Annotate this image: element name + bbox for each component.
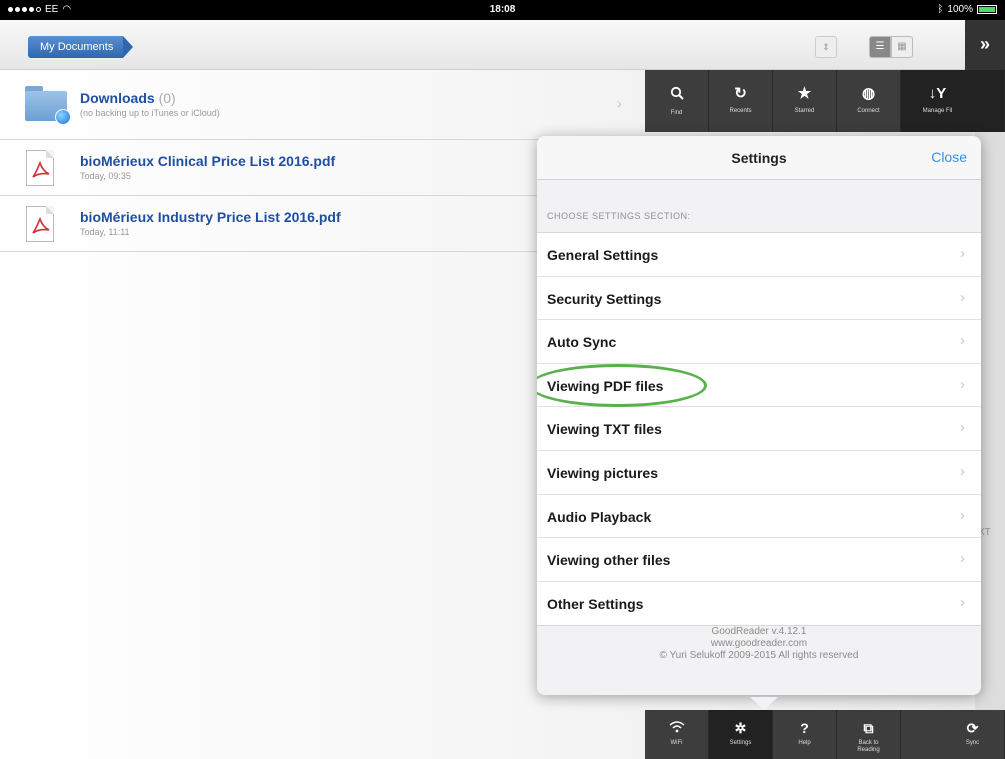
help-button[interactable]: ? Help (773, 710, 837, 759)
question-icon: ? (800, 720, 809, 736)
app-version: GoodReader v.4.12.1 (711, 626, 807, 637)
settings-item-label: Viewing other files (547, 552, 671, 569)
sort-button[interactable]: ⇕ (815, 36, 837, 58)
settings-item-security[interactable]: Security Settings › (537, 277, 981, 321)
settings-item-label: Auto Sync (547, 334, 617, 351)
goodreader-screen: EE ◠ 18:08 ᛒ 100% My Documents ⇕ ☰ ▦ » D… (0, 0, 1005, 759)
chevron-right-icon: › (960, 375, 965, 393)
settings-item-viewing-pdf[interactable]: Viewing PDF files › (537, 363, 981, 408)
bluetooth-icon: ᛒ (937, 4, 944, 15)
list-view-button[interactable]: ☰ (869, 36, 891, 58)
settings-item-label: General Settings (547, 247, 659, 263)
expand-panel-button[interactable]: » (965, 20, 1005, 70)
settings-section-header: CHOOSE SETTINGS SECTION: (547, 211, 691, 221)
status-time: 18:08 (489, 4, 516, 15)
sync-button[interactable]: ⟳ Sync (901, 710, 1005, 759)
settings-button[interactable]: ✲ Settings (709, 710, 773, 759)
settings-label: Settings (729, 740, 752, 746)
settings-footer: GoodReader v.4.12.1 www.goodreader.com ©… (537, 626, 981, 662)
breadcrumb-my-documents[interactable]: My Documents (28, 36, 134, 58)
wifi-icon (645, 720, 708, 736)
search-icon (645, 86, 708, 104)
settings-item-audio-playback[interactable]: Audio Playback › (537, 495, 981, 539)
list-item-downloads-folder[interactable]: Downloads (0) (no backing up to iTunes o… (0, 70, 645, 140)
find-button[interactable]: Find (645, 70, 709, 132)
file-date: Today, 11:11 (80, 227, 130, 237)
chevron-right-icon: › (960, 593, 965, 611)
chevron-right-icon: › (960, 419, 965, 437)
back-to-reading-button[interactable]: ⧉ Back to Reading (837, 710, 901, 759)
settings-popover: Settings Close CHOOSE SETTINGS SECTION: … (537, 136, 981, 695)
settings-item-label: Other Settings (547, 595, 644, 612)
pdf-file-icon (26, 206, 54, 242)
settings-item-general[interactable]: General Settings › (537, 233, 981, 277)
pdf-file-icon (26, 150, 54, 186)
settings-item-viewing-other[interactable]: Viewing other files › (537, 538, 981, 582)
popover-arrow (750, 697, 778, 710)
help-label: Help (798, 740, 811, 746)
app-website[interactable]: www.goodreader.com (537, 638, 981, 650)
folder-subtitle: (no backing up to iTunes or iCloud) (80, 108, 220, 118)
battery-icon (977, 5, 997, 14)
chevron-right-icon: › (617, 95, 622, 111)
battery-percent: 100% (947, 4, 973, 15)
settings-item-label: Viewing pictures (547, 464, 658, 481)
back-to-reading-icon: ⧉ (863, 720, 874, 736)
file-name: bioMérieux Industry Price List 2016.pdf (80, 209, 341, 225)
top-toolbar: Find ↻ Recents ★ Starred ◍ Connect ↓Y Ma… (645, 70, 1005, 132)
settings-item-viewing-txt[interactable]: Viewing TXT files › (537, 407, 981, 451)
status-bar: EE ◠ 18:08 ᛒ 100% (0, 0, 1005, 20)
settings-item-auto-sync[interactable]: Auto Sync › (537, 320, 981, 364)
chevron-right-icon: › (960, 550, 965, 568)
top-navigation-bar: My Documents ⇕ ☰ ▦ » (0, 20, 1005, 70)
settings-item-label: Viewing PDF files (547, 377, 664, 394)
wifi-button[interactable]: WiFi (645, 710, 709, 759)
chevron-right-icon: › (960, 288, 965, 306)
manage-files-button[interactable]: ↓Y Manage Fil (901, 70, 1005, 132)
settings-item-label: Viewing TXT files (547, 421, 662, 438)
starred-button[interactable]: ★ Starred (773, 70, 837, 132)
folder-item-count: (0) (158, 90, 176, 106)
folder-icon (25, 86, 71, 125)
settings-item-label: Security Settings (547, 290, 662, 307)
file-date: Today, 09:35 (80, 171, 131, 181)
settings-title: Settings (731, 150, 787, 166)
grid-view-button[interactable]: ▦ (891, 36, 913, 58)
settings-item-label: Audio Playback (547, 508, 652, 525)
app-copyright: © Yuri Selukoff 2009-2015 All rights res… (659, 650, 859, 661)
globe-badge-icon (55, 109, 71, 125)
settings-item-other[interactable]: Other Settings › (537, 582, 981, 626)
manage-files-label: Manage Fil (922, 108, 953, 114)
gear-icon: ✲ (734, 720, 747, 736)
settings-list: General Settings › Security Settings › A… (537, 232, 981, 627)
sync-label: Sync (965, 740, 980, 746)
folder-name: Downloads (0) (80, 90, 176, 106)
chevron-right-icon: › (960, 462, 965, 480)
file-name: bioMérieux Clinical Price List 2016.pdf (80, 153, 336, 169)
star-icon: ★ (797, 85, 812, 102)
bottom-toolbar: WiFi ✲ Settings ? Help ⧉ Back to Reading… (645, 710, 1005, 759)
close-button[interactable]: Close (931, 149, 967, 165)
settings-item-viewing-pictures[interactable]: Viewing pictures › (537, 451, 981, 495)
chevron-right-icon: › (960, 506, 965, 524)
manage-files-icon: ↓Y (928, 85, 947, 102)
folder-name-text: Downloads (80, 90, 155, 106)
back-to-reading-label: Back to Reading (857, 740, 880, 753)
status-right: ᛒ 100% (937, 4, 997, 15)
sync-icon: ⟳ (966, 720, 979, 736)
starred-label: Starred (794, 108, 815, 114)
find-label: Find (670, 110, 683, 116)
battery-level-fill (979, 7, 995, 12)
chevron-right-icon: › (960, 245, 965, 262)
wifi-label: WiFi (670, 740, 683, 746)
recents-icon: ↻ (734, 85, 747, 102)
settings-header: Settings Close (537, 136, 981, 180)
recents-button[interactable]: ↻ Recents (709, 70, 773, 132)
recents-label: Recents (729, 108, 752, 114)
chevron-right-icon: › (960, 332, 965, 350)
